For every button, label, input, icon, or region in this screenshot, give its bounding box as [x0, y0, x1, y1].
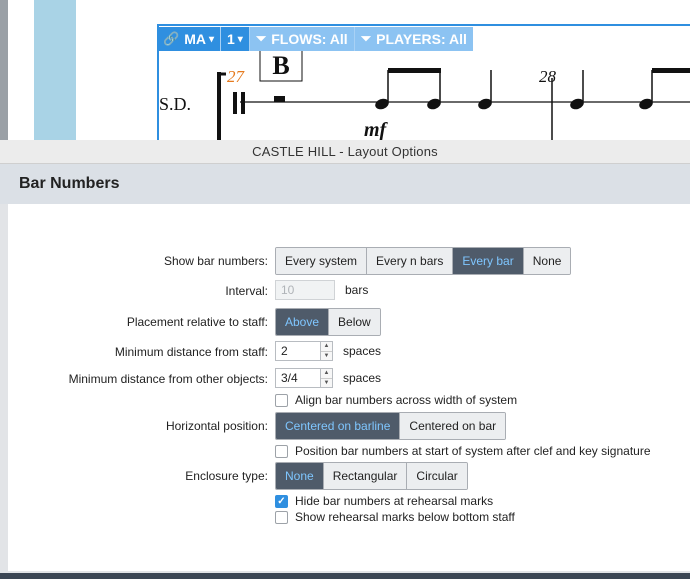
enclosure-label: Enclosure type:: [185, 469, 268, 483]
placement-group: Above Below: [275, 308, 381, 336]
option-none[interactable]: None: [523, 248, 571, 274]
section-title: Bar Numbers: [0, 164, 690, 205]
option-enclosure-none[interactable]: None: [276, 463, 324, 489]
flows-filter[interactable]: ⏷ FLOWS: All: [249, 27, 355, 51]
filter-icon: ⏷: [360, 31, 372, 46]
bar-number-next: 28: [539, 67, 557, 86]
show-rehearsal-below-row[interactable]: Show rehearsal marks below bottom staff: [275, 510, 515, 524]
dynamic-marking: mf: [364, 119, 389, 140]
layout-options-dialog: CASTLE HILL - Layout Options Bar Numbers…: [0, 140, 690, 579]
align-across-row[interactable]: Align bar numbers across width of system: [275, 393, 517, 407]
min-distance-objects-unit: spaces: [343, 371, 382, 385]
show-bar-numbers-group: Every system Every n bars Every bar None: [275, 247, 572, 275]
horizontal-position-group: Centered on barline Centered on bar: [275, 412, 507, 440]
option-centered-on-barline[interactable]: Centered on barline: [276, 413, 401, 439]
position-start-label: Position bar numbers at start of system …: [295, 444, 651, 458]
position-start-checkbox[interactable]: [275, 444, 288, 458]
min-distance-staff-stepper[interactable]: ▲ ▼: [321, 341, 333, 361]
percussion-clef-right: [241, 92, 245, 114]
min-distance-staff-label: Minimum distance from staff:: [114, 345, 268, 359]
option-above[interactable]: Above: [276, 309, 330, 335]
players-filter[interactable]: ⏷ PLAYERS: All: [354, 27, 473, 51]
min-distance-staff-field[interactable]: 2: [275, 341, 321, 361]
beam: [388, 68, 441, 73]
chevron-down-icon: ▾: [237, 33, 243, 45]
option-every-n-bars[interactable]: Every n bars: [367, 248, 454, 274]
page-selector[interactable]: 1 ▾: [221, 27, 250, 51]
options-panel: Show bar numbers: Every system Every n b…: [8, 204, 690, 571]
hide-at-rehearsal-row[interactable]: ✓ Hide bar numbers at rehearsal marks: [275, 494, 493, 508]
dialog-title: CASTLE HILL - Layout Options: [0, 140, 690, 164]
interval-unit: bars: [345, 283, 369, 297]
option-every-bar[interactable]: Every bar: [453, 248, 524, 274]
interval-label: Interval:: [225, 284, 268, 298]
dialog-footer-bar: [0, 573, 690, 579]
min-distance-objects-label: Minimum distance from other objects:: [68, 372, 268, 386]
horizontal-position-label: Horizontal position:: [165, 419, 268, 433]
percussion-clef-left: [233, 92, 237, 114]
option-below[interactable]: Below: [329, 309, 380, 335]
enclosure-group: None Rectangular Circular: [275, 462, 468, 490]
bar-number-current: 27: [227, 67, 246, 86]
min-distance-objects-field[interactable]: 3/4: [275, 368, 321, 388]
score-notation: B 27 28 S.D. mf: [159, 45, 690, 140]
align-across-label: Align bar numbers across width of system: [295, 393, 518, 407]
align-across-checkbox[interactable]: [275, 393, 288, 407]
placement-label: Placement relative to staff:: [126, 315, 268, 329]
show-bar-numbers-label: Show bar numbers:: [163, 254, 268, 268]
frame-toolbar: 🔗 MA ▾ 1 ▾ ⏷ FLOWS: All ⏷ PLAYERS: All: [157, 27, 473, 51]
staff-label: S.D.: [159, 94, 191, 114]
rehearsal-mark: B: [272, 51, 289, 80]
link-icon: 🔗: [163, 31, 180, 46]
option-centered-on-bar[interactable]: Centered on bar: [400, 413, 506, 439]
rest: [274, 96, 285, 102]
hide-at-rehearsal-label: Hide bar numbers at rehearsal marks: [295, 494, 494, 508]
position-start-row[interactable]: Position bar numbers at start of system …: [275, 444, 651, 458]
min-distance-objects-stepper[interactable]: ▲ ▼: [321, 368, 333, 388]
show-rehearsal-below-checkbox[interactable]: [275, 510, 288, 524]
dialog-left-edge: [0, 204, 8, 573]
filter-icon: ⏷: [255, 31, 267, 46]
chevron-down-icon: ▾: [208, 33, 214, 45]
hide-at-rehearsal-checkbox[interactable]: ✓: [275, 494, 288, 508]
option-circular[interactable]: Circular: [407, 463, 467, 489]
layout-selector[interactable]: 🔗 MA ▾: [157, 27, 221, 51]
option-rectangular[interactable]: Rectangular: [323, 463, 408, 489]
min-distance-staff-unit: spaces: [343, 344, 382, 358]
interval-field[interactable]: 10: [275, 280, 335, 300]
beam: [652, 68, 690, 73]
option-every-system[interactable]: Every system: [276, 248, 368, 274]
show-rehearsal-below-label: Show rehearsal marks below bottom staff: [295, 510, 515, 524]
